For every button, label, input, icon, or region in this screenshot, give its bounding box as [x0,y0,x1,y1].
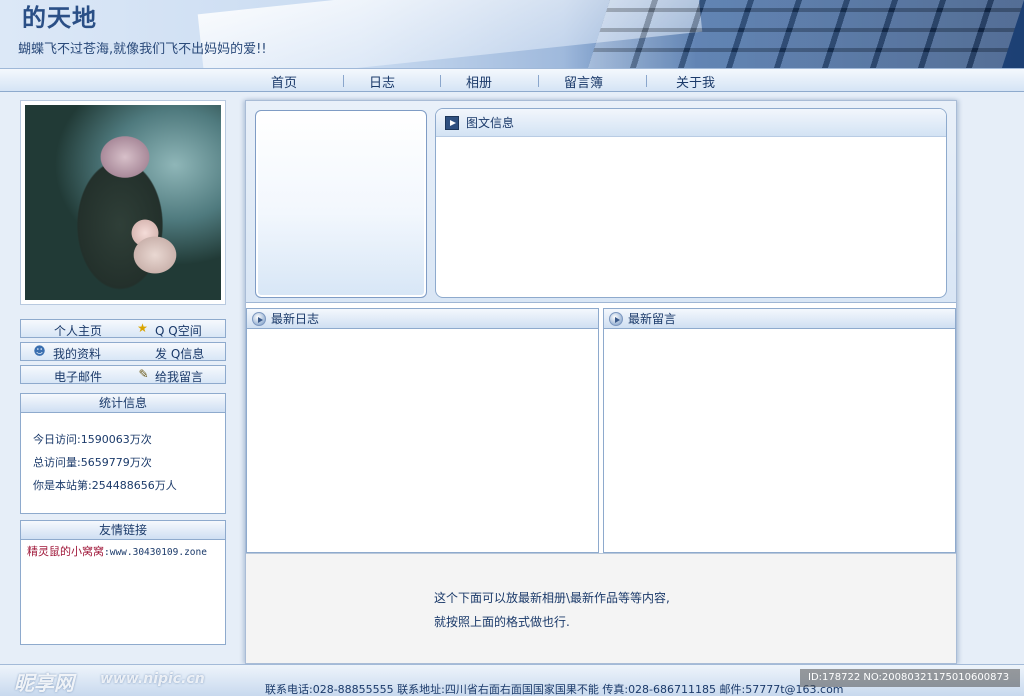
stats-box: 统计信息 今日访问:1590063万次 总访问量:5659779万次 你是本站第… [20,393,226,514]
quick-link-row-2: ☻ 我的资料 发 Q信息 [20,342,226,361]
nav-separator [646,75,647,87]
user-icon: ☻ [33,344,46,358]
site-title: 的天地 [22,3,97,32]
main-nav: 首页 日志 相册 留言簿 关于我 [0,68,1024,92]
banner-keyboard-graphic [587,0,1024,68]
friend-link-item[interactable]: 精灵鼠的小窝窝:www.30430109.zone [27,543,207,559]
stat-total-visits: 总访问量:5659779万次 [33,456,152,469]
main-bottom-area: 这个下面可以放最新相册\最新作品等等内容, 就按照上面的格式做也行. [246,553,956,663]
watermark-logo: 昵享网 [14,671,74,695]
qq-space-link[interactable]: Q Q空间 [155,322,202,339]
nav-album[interactable]: 相册 [466,72,492,91]
note-line-1: 这个下面可以放最新相册\最新作品等等内容, [434,591,670,605]
news-title: 图文信息 [466,116,515,130]
play-icon [445,116,459,130]
main-top-area: 图文信息 [246,101,956,303]
arrow-circle-icon [609,312,623,326]
nav-home[interactable]: 首页 [271,72,297,91]
latest-blog-header: 最新日志 [247,309,598,329]
news-header: 图文信息 [436,109,946,137]
watermark-id: ID:178722 NO:20080321175010600873 [800,669,1020,687]
note-icon: ✎ [138,367,149,381]
email-link[interactable]: 电子邮件 [54,368,102,385]
footer: 昵享网 www.nipic.cn 联系电话:028-88855555 联系地址:… [0,664,1024,696]
footer-contact: 联系电话:028-88855555 联系地址:四川省右面右面国国家国果不能 传真… [265,683,844,696]
leave-message-link[interactable]: 给我留言 [155,368,203,385]
stats-title: 统计信息 [21,394,225,413]
watermark-url: www.nipic.cn [100,671,205,687]
nav-guestbook[interactable]: 留言簿 [564,72,603,91]
nav-about[interactable]: 关于我 [676,72,715,91]
avatar-frame [20,100,226,305]
stat-today-visits: 今日访问:1590063万次 [33,433,152,446]
latest-blog-panel: 最新日志 [246,308,599,553]
latest-messages-panel: 最新留言 [603,308,956,553]
featured-photo-box[interactable] [255,110,427,298]
friend-links-title: 友情链接 [21,521,225,540]
nav-separator [343,75,344,87]
personal-home-link[interactable]: 个人主页 [54,322,102,339]
header-banner: 的天地 蝴蝶飞不过苍海,就像我们飞不出妈妈的爱!! [0,0,1024,68]
stat-visitor-number: 你是本站第:254488656万人 [33,479,177,492]
arrow-circle-icon [252,312,266,326]
quick-link-row-3: 电子邮件 ✎ 给我留言 [20,365,226,384]
nav-separator [538,75,539,87]
my-profile-link[interactable]: 我的资料 [53,345,101,362]
news-box: 图文信息 [435,108,947,298]
nav-blog[interactable]: 日志 [369,72,395,91]
nav-separator [440,75,441,87]
friend-links-box: 友情链接 精灵鼠的小窝窝:www.30430109.zone [20,520,226,645]
site-slogan: 蝴蝶飞不过苍海,就像我们飞不出妈妈的爱!! [18,42,267,57]
friend-link-name[interactable]: 精灵鼠的小窝窝 [27,545,104,558]
quick-link-row-1: 个人主页 ★ Q Q空间 [20,319,226,338]
latest-blog-title: 最新日志 [271,312,320,326]
main-panel: 图文信息 最新日志 最新留言 这个下面可以放最新相册\最新作品等等内容, 就按照… [245,100,957,664]
note-line-2: 就按照上面的格式做也行. [434,615,570,629]
star-icon: ★ [137,321,148,335]
send-qq-message-link[interactable]: 发 Q信息 [155,345,204,362]
latest-messages-header: 最新留言 [604,309,955,329]
avatar [25,105,221,300]
latest-messages-title: 最新留言 [628,312,677,326]
friend-link-url[interactable]: :www.30430109.zone [104,547,207,558]
